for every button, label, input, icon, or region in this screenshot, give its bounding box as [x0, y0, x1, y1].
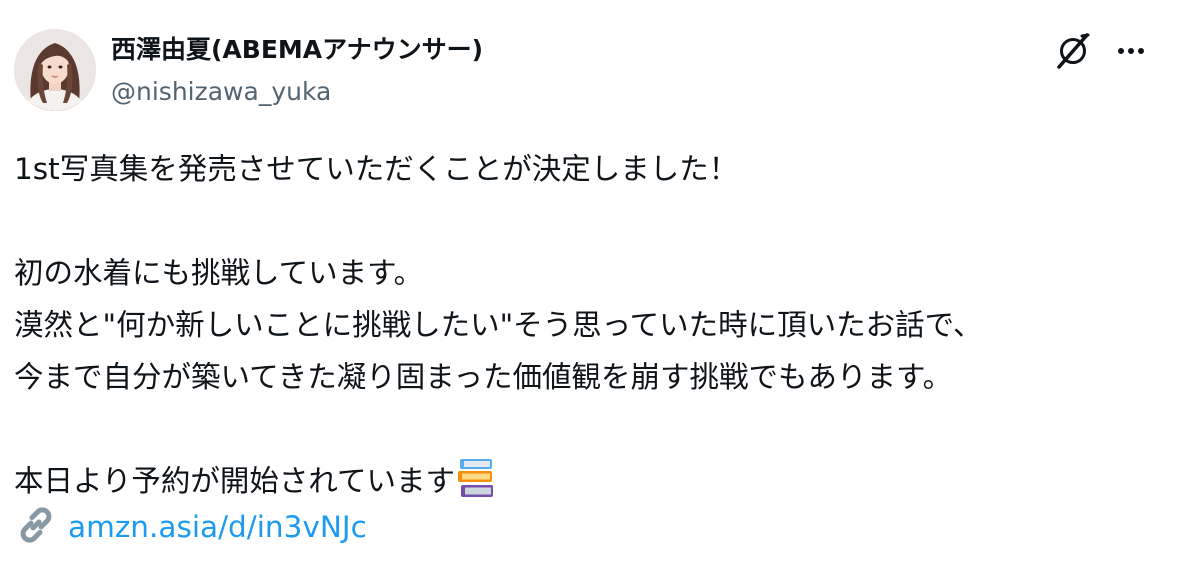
link-row: amzn.asia/d/in3vNJc — [14, 502, 367, 552]
post-text: 1st写真集を発売させていただくことが決定しました！ 初の水着にも挑戦しています… — [14, 143, 1164, 507]
post-text-blank-line — [14, 195, 1164, 247]
author-handle[interactable]: @nishizawa_yuka — [111, 75, 331, 109]
grok-icon[interactable] — [1052, 30, 1094, 72]
post-link[interactable]: amzn.asia/d/in3vNJc — [68, 510, 367, 544]
post-text-line: 初の水着にも挑戦しています。 — [14, 256, 424, 290]
avatar[interactable] — [14, 29, 96, 111]
post-card: 西澤由夏(ABEMAアナウンサー) @nishizawa_yuka 1st写真集… — [0, 0, 1188, 569]
post-text-line-with-emoji: 本日より予約が開始されています — [14, 455, 1164, 507]
link-icon — [14, 503, 58, 547]
post-text-blank-line — [14, 403, 1164, 455]
avatar-image — [14, 29, 96, 111]
books-emoji — [457, 457, 497, 499]
post-text-line: 今まで自分が築いてきた凝り固まった価値観を崩す挑戦でもあります。 — [14, 360, 953, 394]
post-text-line: 漠然と"何か新しいことに挑戦したい"そう思っていた時に頂いたお話で、 — [14, 308, 983, 342]
more-options-icon[interactable] — [1110, 30, 1152, 72]
post-text-line: 本日より予約が開始されています — [14, 464, 456, 498]
post-text-line: 1st写真集を発売させていただくことが決定しました！ — [14, 152, 739, 186]
author-display-name[interactable]: 西澤由夏(ABEMAアナウンサー) — [111, 32, 483, 68]
